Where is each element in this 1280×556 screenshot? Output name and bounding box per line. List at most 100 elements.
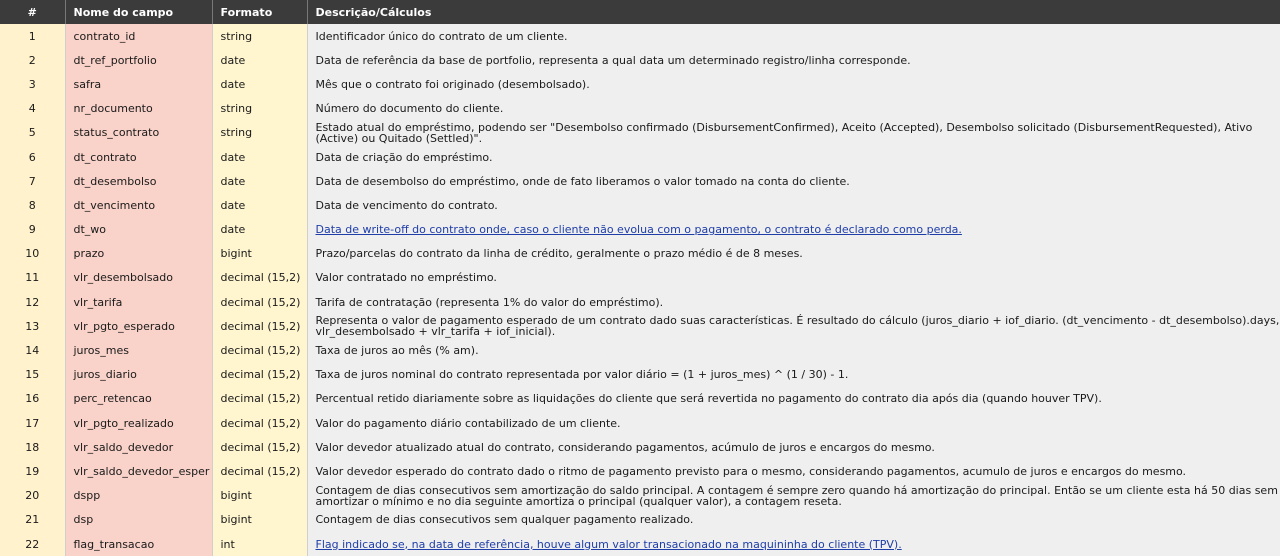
table-row[interactable]: 12 vlr_tarifa decimal (15,2) Tarifa de cont… — [0, 290, 1280, 315]
table-row[interactable]: 6 dt_contrato date Data de criação do empré… — [0, 144, 1280, 170]
table-row[interactable]: 9 dt_wo date Data de write-off do contrato … — [0, 217, 1280, 242]
description-cell: Contagem de dias consecutivos sem amorti… — [307, 483, 1280, 508]
description-cell: Percentual retido diariamente sobre as l… — [307, 386, 1280, 411]
description-cell: Data de desembolso do empréstimo, onde d… — [307, 169, 1280, 194]
field-name-cell: vlr_pgto_esperado — [65, 314, 213, 339]
field-name-cell: vlr_pgto_realizado — [65, 411, 213, 436]
description-cell: Número do documento do cliente. — [307, 96, 1280, 121]
table-row[interactable]: 17 vlr_pgto_realizado decimal (15,2) Valor … — [0, 411, 1280, 436]
format-cell: decimal (15,2) — [212, 459, 308, 484]
table-row[interactable]: 10 prazo bigint Prazo/parcelas do contrato … — [0, 241, 1280, 266]
description-cell: Taxa de juros ao mês (% am). — [307, 338, 1280, 363]
table-row[interactable]: 2 dt_ref_portfolio date Data de referência … — [0, 48, 1280, 73]
format-cell: date — [212, 144, 308, 170]
format-cell: decimal (15,2) — [212, 265, 308, 291]
header-number: # — [0, 0, 66, 24]
row-number: 21 — [0, 507, 66, 532]
field-name-cell: dt_contrato — [65, 144, 213, 170]
row-number: 11 — [0, 265, 66, 291]
description-cell: Representa o valor de pagamento esperado… — [307, 314, 1280, 339]
row-number: 8 — [0, 193, 66, 218]
field-name-cell: prazo — [65, 241, 213, 266]
table-row[interactable]: 15 juros_diario decimal (15,2) Taxa de juro… — [0, 362, 1280, 387]
format-cell: string — [212, 120, 308, 145]
description-cell: Valor devedor esperado do contrato dado … — [307, 459, 1280, 484]
header-format: Formato — [212, 0, 308, 24]
row-number: 16 — [0, 386, 66, 411]
table-row[interactable]: 21 dsp bigint Contagem de dias consecutivos… — [0, 507, 1280, 532]
format-cell: string — [212, 96, 308, 121]
table-row[interactable]: 14 juros_mes decimal (15,2) Taxa de juros a… — [0, 338, 1280, 363]
description-cell: Valor devedor atualizado atual do contra… — [307, 435, 1280, 460]
table-row[interactable]: 22 flag_transacao int Flag indicado se, na … — [0, 531, 1280, 556]
row-number: 6 — [0, 144, 66, 170]
field-name-cell: contrato_id — [65, 24, 213, 49]
field-name-cell: vlr_tarifa — [65, 290, 213, 315]
row-number: 3 — [0, 72, 66, 97]
field-name-cell: dt_vencimento — [65, 193, 213, 218]
table-row[interactable]: 11 vlr_desembolsado decimal (15,2) Valor co… — [0, 265, 1280, 291]
description-cell: Tarifa de contratação (representa 1% do … — [307, 290, 1280, 315]
format-cell: date — [212, 48, 308, 73]
format-cell: string — [212, 24, 308, 49]
table-row[interactable]: 19 vlr_saldo_devedor_esper decimal (15,2) V… — [0, 459, 1280, 484]
field-name-cell: dt_desembolso — [65, 169, 213, 194]
description-cell: Data de write-off do contrato onde, caso… — [307, 217, 1280, 242]
row-number: 10 — [0, 241, 66, 266]
header-row: # Nome do campo Formato Descrição/Cálcul… — [0, 0, 1280, 24]
field-name-cell: dt_wo — [65, 217, 213, 242]
row-number: 4 — [0, 96, 66, 121]
table-row[interactable]: 5 status_contrato string Estado atual do em… — [0, 120, 1280, 145]
description-cell: Estado atual do empréstimo, podendo ser … — [307, 120, 1280, 145]
row-number: 20 — [0, 483, 66, 508]
table-row[interactable]: 18 vlr_saldo_devedor decimal (15,2) Valor d… — [0, 435, 1280, 460]
table-row[interactable]: 16 perc_retencao decimal (15,2) Percentual … — [0, 386, 1280, 411]
format-cell: bigint — [212, 483, 308, 508]
field-name-cell: dspp — [65, 483, 213, 508]
field-name-cell: juros_diario — [65, 362, 213, 387]
row-number: 5 — [0, 120, 66, 145]
field-name-cell: dt_ref_portfolio — [65, 48, 213, 73]
table-row[interactable]: 3 safra date Mês que o contrato foi origina… — [0, 72, 1280, 97]
header-field-name: Nome do campo — [65, 0, 213, 24]
format-cell: decimal (15,2) — [212, 411, 308, 436]
table-row[interactable]: 13 vlr_pgto_esperado decimal (15,2) Represe… — [0, 314, 1280, 339]
description-cell: Data de referência da base de portfolio,… — [307, 48, 1280, 73]
row-number: 9 — [0, 217, 66, 242]
row-number: 15 — [0, 362, 66, 387]
format-cell: decimal (15,2) — [212, 362, 308, 387]
format-cell: date — [212, 169, 308, 194]
table-row[interactable]: 1 contrato_id string Identificador único do… — [0, 24, 1280, 49]
table-row[interactable]: 20 dspp bigint Contagem de dias consecutivo… — [0, 483, 1280, 508]
description-cell: Valor contratado no empréstimo. — [307, 265, 1280, 291]
description-cell: Identificador único do contrato de um cl… — [307, 24, 1280, 49]
table-row[interactable]: 8 dt_vencimento date Data de vencimento do … — [0, 193, 1280, 218]
description-cell: Data de criação do empréstimo. — [307, 144, 1280, 170]
row-number: 2 — [0, 48, 66, 73]
description-cell: Prazo/parcelas do contrato da linha de c… — [307, 241, 1280, 266]
description-cell: Mês que o contrato foi originado (desemb… — [307, 72, 1280, 97]
field-name-cell: safra — [65, 72, 213, 97]
field-name-cell: perc_retencao — [65, 386, 213, 411]
format-cell: bigint — [212, 241, 308, 266]
description-cell: Taxa de juros nominal do contrato repres… — [307, 362, 1280, 387]
format-cell: decimal (15,2) — [212, 338, 308, 363]
format-cell: decimal (15,2) — [212, 435, 308, 460]
description-cell: Contagem de dias consecutivos sem qualqu… — [307, 507, 1280, 532]
format-cell: bigint — [212, 507, 308, 532]
field-name-cell: vlr_desembolsado — [65, 265, 213, 291]
format-cell: decimal (15,2) — [212, 314, 308, 339]
format-cell: date — [212, 72, 308, 97]
row-number: 18 — [0, 435, 66, 460]
row-number: 13 — [0, 314, 66, 339]
format-cell: date — [212, 193, 308, 218]
table-row[interactable]: 7 dt_desembolso date Data de desembolso do … — [0, 169, 1280, 194]
row-number: 17 — [0, 411, 66, 436]
table-row[interactable]: 4 nr_documento string Número do documento d… — [0, 96, 1280, 121]
format-cell: date — [212, 217, 308, 242]
row-number: 19 — [0, 459, 66, 484]
format-cell: decimal (15,2) — [212, 386, 308, 411]
field-name-cell: dsp — [65, 507, 213, 532]
header-description: Descrição/Cálculos — [307, 0, 1280, 24]
format-cell: int — [212, 531, 308, 556]
